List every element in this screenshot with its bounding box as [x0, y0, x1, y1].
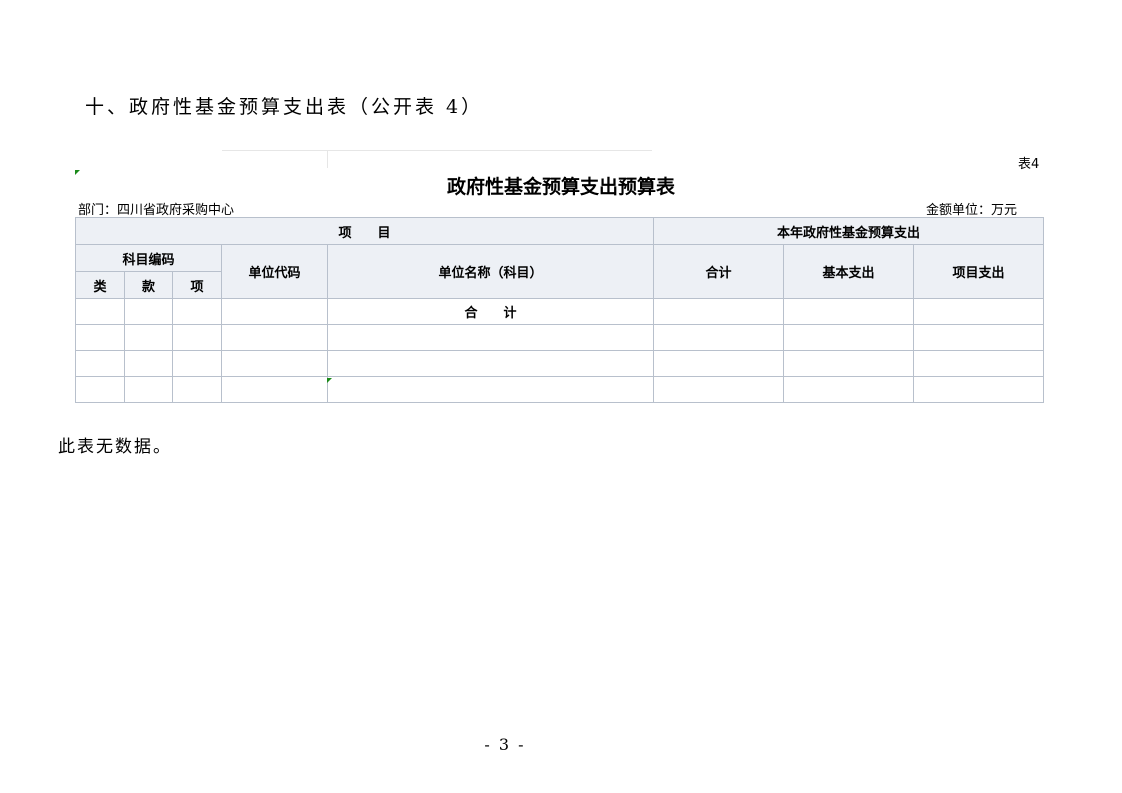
table-row [75, 376, 1044, 403]
department-label: 部门：四川省政府采购中心 [78, 203, 235, 218]
header-category: 类 [75, 271, 125, 299]
table-cell [75, 298, 125, 325]
page-number: - 3 - [484, 735, 526, 754]
table-cell [653, 298, 784, 325]
table-cell [653, 350, 784, 377]
section-heading: 十、政府性基金预算支出表（公开表 4） [85, 96, 484, 118]
header-section: 款 [124, 271, 173, 299]
table-cell [172, 376, 222, 403]
header-item: 项 [172, 271, 222, 299]
table-cell [221, 324, 328, 351]
table-cell [653, 324, 784, 351]
table-cell [75, 324, 125, 351]
table-row [75, 350, 1044, 377]
faint-rule [222, 150, 652, 151]
table-cell [327, 376, 654, 403]
amount-unit-label: 金额单位：万元 [926, 203, 1018, 218]
table-cell [327, 324, 654, 351]
table-cell [913, 324, 1044, 351]
header-project: 项 目 [75, 217, 654, 245]
table-cell [913, 298, 1044, 325]
table-cell [172, 324, 222, 351]
budget-table: 项 目 本年政府性基金预算支出 科目编码 单位代码 单位名称（科目） 合计 基本… [75, 217, 1044, 403]
table-cell [75, 350, 125, 377]
table-cell [783, 376, 914, 403]
cell-corner-marker [327, 378, 332, 383]
no-data-note: 此表无数据。 [58, 437, 172, 457]
header-total: 合计 [653, 244, 784, 299]
table-number: 表4 [1018, 157, 1040, 172]
header-unit-code: 单位代码 [221, 244, 328, 299]
faint-tick [327, 150, 328, 168]
header-subject-code: 科目编码 [75, 244, 222, 272]
table-cell [913, 376, 1044, 403]
table-cell [124, 298, 173, 325]
table-cell [783, 350, 914, 377]
table-row [75, 324, 1044, 351]
total-row-label: 合 计 [327, 298, 654, 325]
table-cell [172, 350, 222, 377]
header-unit-name: 单位名称（科目） [327, 244, 654, 299]
table-cell [75, 376, 125, 403]
header-basic-expense: 基本支出 [783, 244, 914, 299]
table-cell [913, 350, 1044, 377]
table-cell [172, 298, 222, 325]
table-cell [124, 350, 173, 377]
header-current-year-expense: 本年政府性基金预算支出 [653, 217, 1044, 245]
table-cell [653, 376, 784, 403]
table-row: 合 计 [75, 298, 1044, 325]
table-cell [783, 298, 914, 325]
table-cell [783, 324, 914, 351]
table-title: 政府性基金预算支出预算表 [446, 176, 675, 198]
table-cell [221, 376, 328, 403]
table-cell [221, 350, 328, 377]
table-cell [124, 324, 173, 351]
table-cell [221, 298, 328, 325]
header-project-expense: 项目支出 [913, 244, 1044, 299]
table-cell [124, 376, 173, 403]
table-cell [327, 350, 654, 377]
